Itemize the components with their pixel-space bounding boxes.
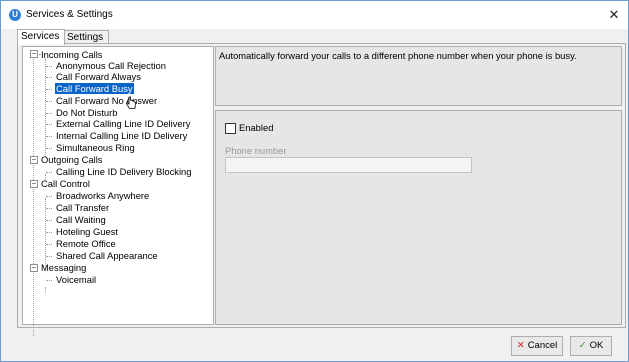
tree-group-messaging[interactable]: Messaging bbox=[41, 262, 86, 273]
tree-item-call-waiting[interactable]: Call Waiting bbox=[56, 214, 106, 225]
tree-group-call-control[interactable]: Call Control bbox=[41, 178, 90, 189]
ok-label: OK bbox=[589, 340, 604, 351]
tree-item-shared-call-appearance[interactable]: Shared Call Appearance bbox=[56, 250, 158, 261]
phone-number-input[interactable] bbox=[225, 157, 472, 173]
service-description-panel: Automatically forward your calls to a di… bbox=[215, 46, 622, 106]
enabled-checkbox[interactable] bbox=[225, 123, 236, 134]
tree-group-incoming-calls[interactable]: Incoming Calls bbox=[41, 49, 102, 60]
tree-item-remote-office[interactable]: Remote Office bbox=[56, 238, 116, 249]
services-tree[interactable]: − Incoming Calls Anonymous Call Rejectio… bbox=[22, 46, 214, 336]
service-settings-panel: Enabled Phone number bbox=[215, 110, 622, 325]
tree-item-call-forward-busy[interactable]: Call Forward Busy bbox=[55, 83, 134, 94]
tree-item-do-not-disturb[interactable]: Do Not Disturb bbox=[56, 107, 117, 118]
close-icon: ✕ bbox=[608, 7, 620, 22]
tab-services[interactable]: Services bbox=[17, 29, 65, 45]
tree-item-call-forward-always[interactable]: Call Forward Always bbox=[56, 71, 141, 82]
tree-item-hoteling-guest[interactable]: Hoteling Guest bbox=[56, 226, 118, 237]
tree-item-simultaneous-ring[interactable]: Simultaneous Ring bbox=[56, 142, 135, 153]
title-bar: U Services & Settings ✕ bbox=[1, 1, 628, 29]
cancel-label: Cancel bbox=[527, 340, 558, 351]
cancel-button[interactable]: ✕ Cancel bbox=[511, 336, 563, 356]
phone-number-label: Phone number bbox=[225, 145, 287, 156]
cancel-icon: ✕ bbox=[516, 340, 525, 351]
close-button[interactable]: ✕ bbox=[604, 5, 624, 25]
tree-item-anonymous-call-rejection[interactable]: Anonymous Call Rejection bbox=[56, 60, 166, 71]
hand-cursor-icon bbox=[125, 96, 136, 109]
collapse-messaging-toggle[interactable]: − bbox=[30, 264, 38, 272]
app-logo-icon: U bbox=[9, 9, 21, 21]
tree-item-call-transfer[interactable]: Call Transfer bbox=[56, 202, 109, 213]
collapse-incoming-toggle[interactable]: − bbox=[30, 50, 38, 58]
ok-button[interactable]: ✓ OK bbox=[570, 336, 612, 356]
collapse-call-control-toggle[interactable]: − bbox=[30, 180, 38, 188]
checkmark-icon: ✓ bbox=[578, 340, 587, 351]
enabled-label[interactable]: Enabled bbox=[239, 122, 273, 133]
window-title: Services & Settings bbox=[26, 9, 113, 20]
collapse-outgoing-toggle[interactable]: − bbox=[30, 156, 38, 164]
tree-item-external-calling-line-id[interactable]: External Calling Line ID Delivery bbox=[56, 118, 190, 129]
tree-item-internal-calling-line-id[interactable]: Internal Calling Line ID Delivery bbox=[56, 130, 187, 141]
service-description: Automatically forward your calls to a di… bbox=[219, 50, 577, 61]
tree-item-calling-line-id-blocking[interactable]: Calling Line ID Delivery Blocking bbox=[56, 166, 191, 177]
tree-group-outgoing-calls[interactable]: Outgoing Calls bbox=[41, 154, 103, 165]
tree-item-call-forward-no-answer[interactable]: Call Forward No Answer bbox=[56, 95, 157, 106]
tree-item-broadworks-anywhere[interactable]: Broadworks Anywhere bbox=[56, 190, 149, 201]
tree-item-voicemail[interactable]: Voicemail bbox=[56, 274, 96, 285]
